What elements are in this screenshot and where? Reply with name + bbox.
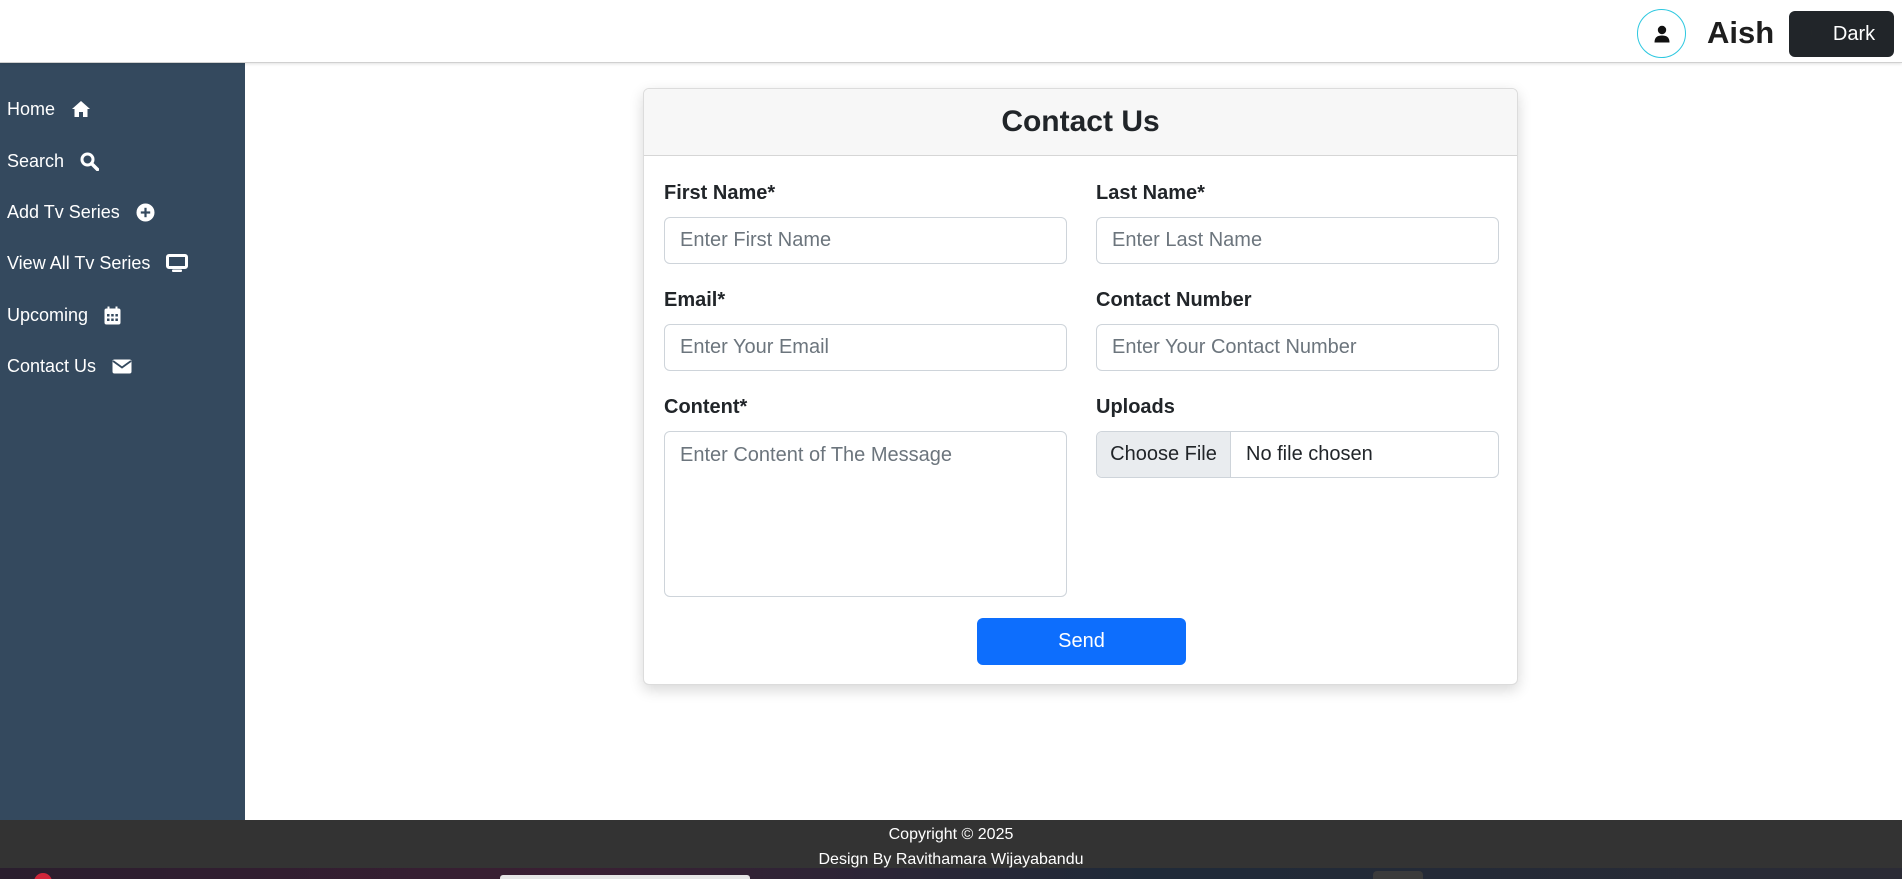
taskbar-app-icon	[34, 873, 52, 879]
dark-mode-toggle-button[interactable]: Dark	[1789, 11, 1894, 57]
sidebar-item-label: Home	[7, 98, 56, 119]
sidebar-item-label: Contact Us	[7, 355, 97, 376]
sidebar-item-upcoming[interactable]: Upcoming	[7, 302, 121, 328]
sidebar-item-label: View All Tv Series	[7, 252, 151, 273]
uploads-label: Uploads	[1096, 396, 1175, 418]
contact-number-label: Contact Number	[1096, 289, 1252, 311]
copyright-text: Copyright © 2025	[888, 826, 1014, 843]
footer: Copyright © 2025 Design By Ravithamara W…	[0, 820, 1902, 868]
sidebar-item-home[interactable]: Home	[7, 96, 91, 122]
send-button[interactable]: Send	[977, 618, 1186, 665]
sidebar-item-view-all-tv-series[interactable]: View All Tv Series	[7, 250, 189, 276]
email-input[interactable]	[664, 324, 1067, 371]
contact-form-card: Contact Us First Name* Last Name* Email*…	[643, 88, 1518, 685]
sidebar-item-label: Upcoming	[7, 304, 89, 325]
first-name-label: First Name*	[664, 182, 776, 204]
email-label: Email*	[664, 289, 726, 311]
username: Aish	[1707, 15, 1775, 50]
theme-toggle-label: Dark	[1832, 22, 1876, 45]
contact-number-input[interactable]	[1096, 324, 1499, 371]
content-textarea[interactable]	[664, 431, 1067, 597]
last-name-label: Last Name*	[1096, 182, 1205, 204]
user-icon	[1654, 25, 1669, 42]
envelope-icon	[112, 359, 132, 373]
card-header: Contact Us	[644, 89, 1517, 156]
sidebar-item-label: Search	[7, 150, 65, 171]
choose-file-button[interactable]: Choose File	[1097, 432, 1231, 477]
file-status-text: No file chosen	[1246, 443, 1373, 465]
sidebar-item-search[interactable]: Search	[7, 148, 100, 174]
sidebar-item-add-tv-series[interactable]: Add Tv Series	[7, 199, 155, 225]
plus-circle-icon	[136, 203, 155, 221]
search-icon	[80, 152, 100, 171]
home-icon	[72, 101, 91, 117]
tv-icon	[166, 253, 189, 272]
top-navbar: Aish Dark	[0, 0, 1902, 63]
last-name-input[interactable]	[1096, 217, 1499, 264]
taskbar-app-icon	[1373, 871, 1423, 879]
taskbar-search-box	[500, 875, 750, 879]
page-title: Contact Us	[1001, 105, 1160, 138]
user-avatar[interactable]	[1637, 9, 1686, 58]
os-taskbar-strip	[0, 868, 1902, 879]
content-label: Content*	[664, 396, 748, 418]
moon-icon	[1811, 27, 1823, 41]
sidebar-item-contact-us[interactable]: Contact Us	[7, 353, 132, 379]
file-upload-input[interactable]: Choose File No file chosen	[1096, 431, 1499, 478]
sidebar-item-label: Add Tv Series	[7, 201, 120, 222]
first-name-input[interactable]	[664, 217, 1067, 264]
calendar-icon	[104, 306, 121, 324]
sidebar: Home Search Add Tv Series View All Tv Se…	[0, 63, 245, 820]
